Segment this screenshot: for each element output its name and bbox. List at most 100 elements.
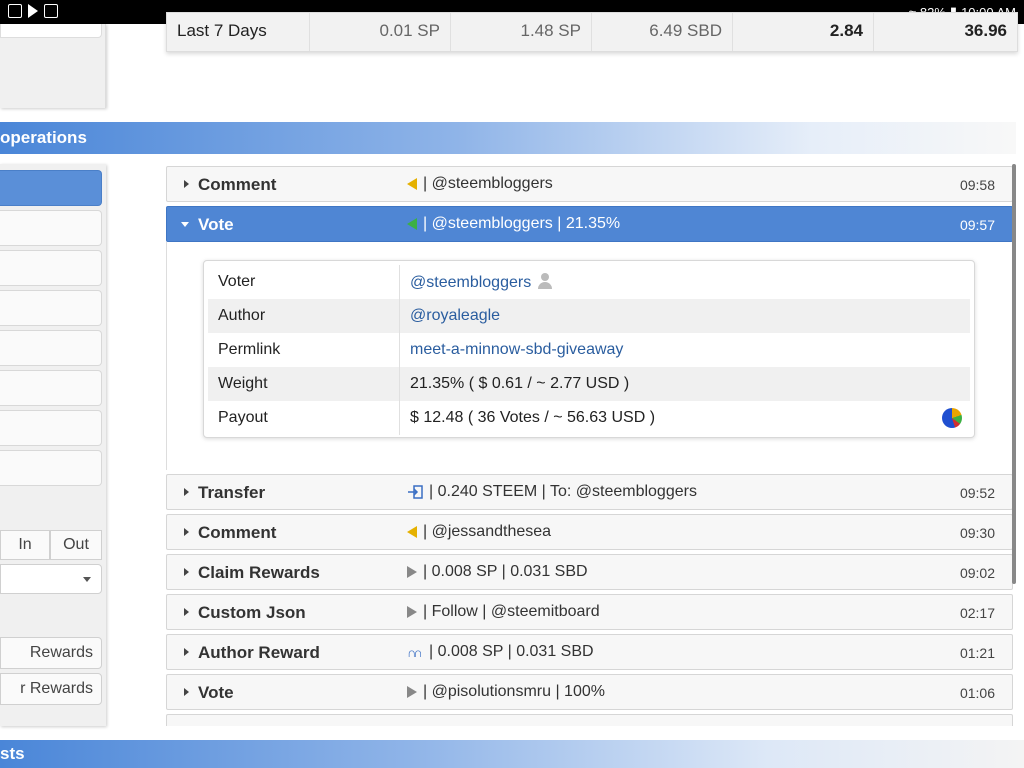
chevron-right-icon [184, 608, 189, 616]
operation-row[interactable]: Custom Json | Follow | @steemitboard 02:… [166, 594, 1013, 630]
operation-detail-text: | @pisolutionsmru | 100% [423, 683, 605, 700]
operation-detail: | @pisolutionsmru | 100% [407, 683, 605, 701]
comment-icon [407, 178, 417, 190]
chevron-right-icon [184, 180, 189, 188]
operation-row-expanded[interactable]: Vote | @steembloggers | 21.35% 09:57 [166, 206, 1013, 242]
operation-row[interactable] [166, 714, 1013, 726]
operation-detail-text: | 0.008 SP | 0.031 SBD [423, 563, 588, 580]
pie-chart-icon[interactable] [942, 408, 962, 428]
filter-select[interactable] [0, 564, 102, 594]
operation-time: 09:52 [959, 485, 995, 501]
operation-detail-text: | 0.008 SP | 0.031 SBD [429, 643, 594, 660]
operation-detail: | 0.240 STEEM | To: @steembloggers [407, 483, 697, 501]
chevron-right-icon [184, 528, 189, 536]
filter-button[interactable] [0, 330, 102, 366]
filter-panel: In Out Rewards r Rewards [0, 164, 106, 726]
comment-icon [407, 526, 417, 538]
operation-row[interactable]: Claim Rewards | 0.008 SP | 0.031 SBD 09:… [166, 554, 1013, 590]
transfer-icon [408, 485, 423, 499]
bottom-section-header: sts [0, 740, 1024, 768]
filter-button[interactable] [0, 250, 102, 286]
rewards-button[interactable]: r Rewards [0, 673, 102, 705]
chevron-right-icon [184, 568, 189, 576]
operation-detail-text: | 0.240 STEEM | To: @steembloggers [429, 483, 697, 500]
operation-row[interactable]: Transfer | 0.240 STEEM | To: @steemblogg… [166, 474, 1013, 510]
filter-button[interactable] [0, 370, 102, 406]
summary-value: 36.96 [964, 21, 1007, 40]
operation-time: 01:06 [959, 685, 995, 701]
operation-name: Comment [198, 175, 277, 194]
detail-key: Weight [208, 367, 400, 401]
chevron-right-icon [184, 488, 189, 496]
filter-button[interactable] [0, 290, 102, 326]
operation-row[interactable]: Vote | @pisolutionsmru | 100% 01:06 [166, 674, 1013, 710]
in-button[interactable]: In [0, 530, 50, 560]
detail-row-permlink: Permlink meet-a-minnow-sbd-giveaway [208, 333, 970, 367]
filter-button[interactable] [0, 210, 102, 246]
chevron-down-icon [83, 577, 91, 582]
vote-detail-panel: Voter @steembloggers Author @royaleagle … [166, 242, 1013, 470]
play-icon [407, 606, 417, 618]
in-out-toggle: In Out [0, 530, 102, 560]
operation-time: 09:02 [959, 565, 995, 581]
operation-name: Transfer [198, 483, 266, 502]
detail-value: @steembloggers [400, 265, 970, 299]
operation-time: 09:58 [959, 177, 995, 193]
operations-section-title: operations [0, 128, 87, 147]
filter-button[interactable] [0, 410, 102, 446]
vote-detail-card: Voter @steembloggers Author @royaleagle … [203, 260, 975, 438]
filter-button-active[interactable] [0, 170, 102, 206]
summary-label: Last 7 Days [167, 13, 310, 51]
operation-detail: | @jessandthesea [407, 523, 551, 541]
summary-value: 6.49 SBD [592, 13, 733, 51]
user-icon[interactable] [537, 273, 553, 289]
detail-key: Voter [208, 265, 400, 299]
operation-row[interactable]: Comment | @jessandthesea 09:30 [166, 514, 1013, 550]
left-top-input[interactable] [0, 24, 102, 38]
out-button[interactable]: Out [50, 530, 102, 560]
filter-button[interactable] [0, 450, 102, 486]
operation-detail-text: | @steembloggers | 21.35% [423, 215, 621, 232]
detail-key: Author [208, 299, 400, 333]
operation-detail-text: | Follow | @steemitboard [423, 603, 600, 620]
permlink-link[interactable]: meet-a-minnow-sbd-giveaway [400, 333, 970, 367]
play-icon [407, 566, 417, 578]
media-icon [28, 4, 38, 18]
rewards-button[interactable]: Rewards [0, 637, 102, 669]
summary-value: 0.01 SP [310, 13, 451, 51]
operation-row[interactable]: Comment | @steembloggers 09:58 [166, 166, 1013, 202]
operation-name: Custom Json [198, 603, 306, 622]
play-icon [407, 686, 417, 698]
detail-value: 21.35% ( $ 0.61 / ~ 2.77 USD ) [410, 375, 630, 392]
summary-table-row: Last 7 Days 0.01 SP 1.48 SP 6.49 SBD 2.8… [166, 12, 1018, 52]
summary-value: 1.48 SP [451, 13, 592, 51]
operation-detail: | Follow | @steemitboard [407, 603, 600, 621]
operations-section-header: operations [0, 122, 1016, 154]
author-link[interactable]: @royaleagle [400, 299, 970, 333]
operation-detail: | @steembloggers [407, 175, 553, 193]
summary-value: 2.84 [733, 13, 874, 51]
operation-name: Vote [198, 215, 234, 234]
detail-key: Payout [208, 401, 400, 435]
operation-time: 01:21 [959, 645, 995, 661]
operation-name: Claim Rewards [198, 563, 320, 582]
detail-row-weight: Weight 21.35% ( $ 0.61 / ~ 2.77 USD ) [208, 367, 970, 401]
operations-list: Comment | @steembloggers 09:58 Vote | @s… [166, 164, 1016, 726]
operation-detail-text: | @steembloggers [423, 175, 553, 192]
operations-scrollbar[interactable] [1012, 164, 1016, 584]
operation-time: 09:57 [959, 217, 995, 233]
detail-row-author: Author @royaleagle [208, 299, 970, 333]
voter-link[interactable]: @steembloggers [410, 274, 531, 291]
detail-key: Permlink [208, 333, 400, 367]
operation-detail: ∩∩ | 0.008 SP | 0.031 SBD [407, 643, 594, 661]
chevron-down-icon [181, 222, 189, 227]
operation-name: Author Reward [198, 643, 320, 662]
operation-row[interactable]: Author Reward ∩∩ | 0.008 SP | 0.031 SBD … [166, 634, 1013, 670]
operation-detail: | @steembloggers | 21.35% [407, 215, 620, 233]
bottom-section-title: sts [0, 744, 25, 763]
detail-row-payout: Payout $ 12.48 ( 36 Votes / ~ 56.63 USD … [208, 401, 970, 435]
operation-name: Comment [198, 523, 277, 542]
chevron-right-icon [184, 688, 189, 696]
detail-value: $ 12.48 ( 36 Votes / ~ 56.63 USD ) [410, 409, 656, 426]
detail-row-voter: Voter @steembloggers [208, 265, 970, 299]
